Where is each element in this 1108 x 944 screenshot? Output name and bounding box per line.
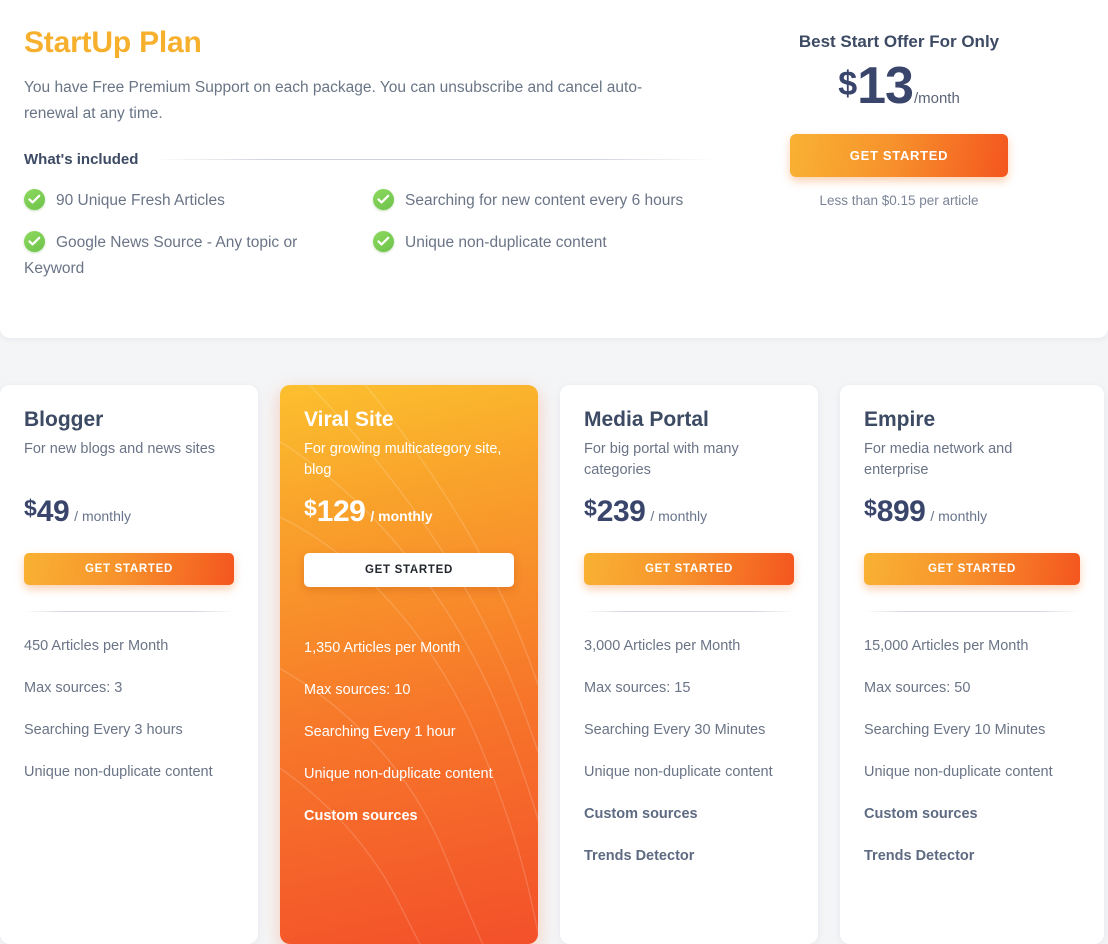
hero-feature-text: Unique non-duplicate content [405,234,607,251]
plan-feature-list: 3,000 Articles per Month Max sources: 15… [584,636,794,866]
plan-feature-item: Max sources: 10 [304,682,411,699]
plan-feature-item: Max sources: 15 [584,680,691,697]
hero-feature-text: Searching for new content every 6 hours [405,192,684,209]
plan-get-started-button[interactable]: GET STARTED [864,553,1080,586]
divider [24,611,234,613]
plan-description: You have Free Premium Support on each pa… [24,79,643,122]
pricing-page: StartUp Plan You have Free Premium Suppo… [0,0,1108,944]
plan-period: / monthly [650,508,708,525]
plan-currency: $ [304,495,317,522]
check-circle-icon [24,231,45,252]
plan-price: $899/ monthly [864,497,1080,527]
hero-feature-item: 90 Unique Fresh Articles [24,188,353,214]
plan-name: Viral Site [304,408,394,431]
page-title: StartUp Plan [24,26,202,59]
plan-feature-item: Unique non-duplicate content [584,764,773,781]
hero-left-column: StartUp Plan You have Free Premium Suppo… [24,26,714,298]
plan-feature-item: 1,350 Articles per Month [304,640,461,657]
plan-feature-list: 15,000 Articles per Month Max sources: 5… [864,636,1080,866]
offer-period: /month [913,90,960,107]
offer-note: Less than $0.15 per article [819,193,979,208]
plan-feature-item: Trends Detector [584,848,695,865]
startup-plan-hero-card: StartUp Plan You have Free Premium Suppo… [0,0,1108,338]
plan-feature-item: Unique non-duplicate content [864,764,1053,781]
plan-period: / monthly [74,508,131,525]
plan-name: Empire [864,408,936,431]
hero-feature-column-right: Searching for new content every 6 hours … [369,188,714,298]
plan-subtitle: For big portal with many categories [584,441,739,479]
hero-feature-item: Searching for new content every 6 hours [373,188,698,214]
plan-feature-item: Custom sources [304,808,418,825]
plan-feature-list: 450 Articles per Month Max sources: 3 Se… [24,636,234,782]
pricing-card-empire[interactable]: Empire For media network and enterprise … [840,385,1104,944]
pricing-card-media-portal[interactable]: Media Portal For big portal with many ca… [560,385,818,944]
offer-title: Best Start Offer For Only [798,32,1000,51]
plan-feature-item: 450 Articles per Month [24,638,169,655]
hero-feature-column-left: 90 Unique Fresh Articles Google News Sou… [24,188,369,298]
plan-amount: 239 [596,495,646,529]
plan-feature-item: Unique non-duplicate content [24,764,213,781]
hero-feature-item: Google News Source - Any topic or Keywor… [24,230,353,282]
plan-feature-item: Trends Detector [864,848,975,865]
plan-name: Media Portal [584,408,709,431]
plan-feature-item: Searching Every 1 hour [304,724,456,741]
plan-subtitle: For new blogs and news sites [24,441,216,458]
plan-get-started-button[interactable]: GET STARTED [584,553,794,586]
offer-currency: $ [838,65,858,103]
hero-get-started-button[interactable]: GET STARTED [790,134,1008,177]
divider [304,613,514,614]
plan-currency: $ [584,495,597,522]
plan-price: $239/ monthly [584,497,794,527]
hero-feature-text: Google News Source - Any topic or Keywor… [24,234,298,277]
hero-offer-column: Best Start Offer For Only $13/month GET … [714,26,1084,298]
pricing-card-viral-site[interactable]: Viral Site For growing multicategory sit… [280,385,538,944]
pricing-card-blogger[interactable]: Blogger For new blogs and news sites $49… [0,385,258,944]
plan-price: $129/ monthly [304,497,514,527]
plan-feature-item: Custom sources [864,806,978,823]
divider [152,159,714,160]
whats-included-header: What's included [24,151,714,168]
whats-included-label: What's included [24,151,139,168]
offer-amount: 13 [857,57,914,115]
pricing-cards: Blogger For new blogs and news sites $49… [0,385,1108,944]
divider [584,611,794,613]
hero-feature-text: 90 Unique Fresh Articles [56,192,225,209]
plan-feature-item: Searching Every 3 hours [24,722,183,739]
plan-amount: 49 [36,495,70,529]
plan-feature-item: Searching Every 30 Minutes [584,722,766,739]
plan-feature-item: 15,000 Articles per Month [864,638,1029,655]
plan-subtitle: For growing multicategory site, blog [304,441,502,479]
plan-name: Blogger [24,408,104,431]
plan-currency: $ [864,495,877,522]
divider [864,611,1080,613]
plan-price: $49/ monthly [24,497,234,527]
plan-feature-item: Max sources: 3 [24,680,123,697]
check-circle-icon [24,189,45,210]
plan-amount: 129 [316,495,366,529]
check-circle-icon [373,189,394,210]
plan-currency: $ [24,495,37,522]
plan-feature-item: Custom sources [584,806,698,823]
plan-feature-item: Searching Every 10 Minutes [864,722,1046,739]
check-circle-icon [373,231,394,252]
offer-price: $13/month [714,60,1084,112]
plan-feature-list: 1,350 Articles per Month Max sources: 10… [304,638,514,826]
plan-get-started-button[interactable]: GET STARTED [304,553,514,588]
plan-subtitle: For media network and enterprise [864,441,1013,479]
plan-period: / monthly [930,508,988,525]
plan-feature-item: 3,000 Articles per Month [584,638,741,655]
plan-feature-item: Unique non-duplicate content [304,766,493,783]
hero-feature-grid: 90 Unique Fresh Articles Google News Sou… [24,188,714,298]
hero-feature-item: Unique non-duplicate content [373,230,698,256]
plan-period: / monthly [370,508,433,525]
plan-amount: 899 [876,495,926,529]
plan-get-started-button[interactable]: GET STARTED [24,553,234,586]
plan-feature-item: Max sources: 50 [864,680,971,697]
